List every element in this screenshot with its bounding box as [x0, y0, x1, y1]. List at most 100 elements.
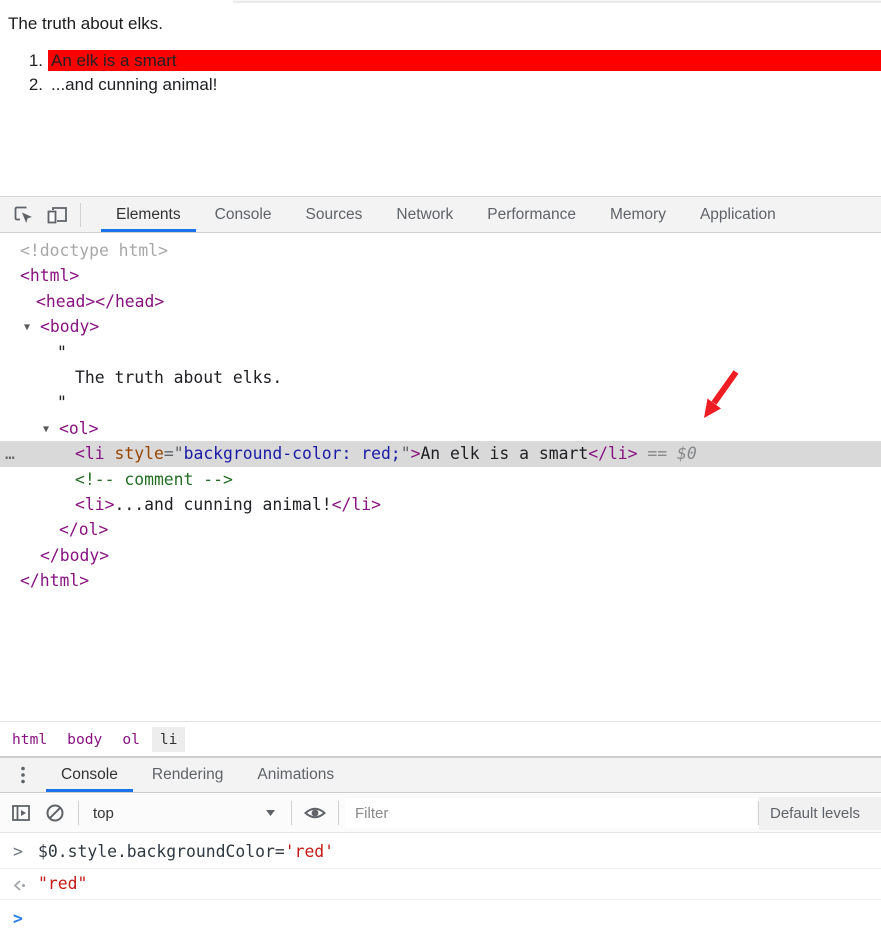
token-text: ": [57, 342, 67, 362]
execution-context-select[interactable]: top: [85, 805, 285, 822]
devtools-main-tabbar: Elements Console Sources Network Performance…: [0, 196, 881, 233]
token-code: $0.style.backgroundColor=: [38, 842, 285, 861]
token-text: ": [57, 393, 67, 413]
dom-tree-row[interactable]: <li>...and cunning animal!</li>: [0, 492, 881, 517]
toolbar-separator: [78, 801, 79, 825]
tab-elements[interactable]: Elements: [99, 197, 198, 232]
inspect-element-button[interactable]: [6, 197, 40, 232]
clear-console-button[interactable]: [38, 802, 72, 824]
chevron-right-icon: >: [13, 909, 23, 928]
console-messages: > $0.style.backgroundColor='red' "red" >: [0, 834, 881, 928]
device-toolbar-icon: [47, 206, 67, 223]
dom-tree-row[interactable]: <html>: [0, 263, 881, 288]
dom-tree-row[interactable]: ▼ <body>: [0, 314, 881, 339]
inspect-icon: [14, 206, 32, 223]
window-top-edge: [233, 0, 881, 3]
breadcrumb-item-ol[interactable]: ol: [114, 727, 148, 752]
elements-dom-tree: <!doctype html> <html> <head></head> ▼ <body…: [0, 234, 881, 721]
token-punct: [105, 444, 115, 463]
breadcrumb-item-body[interactable]: body: [59, 727, 110, 752]
ordered-list: 1. An elk is a smart 2. ...and cunning anim…: [0, 50, 881, 98]
live-expression-button[interactable]: [298, 804, 332, 822]
console-row-text: "red": [38, 874, 881, 893]
token-tag: </body>: [40, 545, 110, 565]
expander-triangle-icon[interactable]: ▼: [24, 315, 30, 340]
device-toolbar-button[interactable]: [40, 197, 74, 232]
dom-tree-row[interactable]: ": [0, 340, 881, 365]
token-attr: style: [114, 444, 164, 464]
token-tag: <body>: [40, 317, 100, 337]
tab-network[interactable]: Network: [379, 197, 470, 232]
return-arrow-icon: [13, 879, 27, 892]
tab-memory[interactable]: Memory: [593, 197, 683, 232]
token-tag: </html>: [20, 571, 90, 591]
token-val: background-color: red;: [183, 444, 401, 464]
breadcrumb-item-li[interactable]: li: [151, 726, 186, 752]
toolbar-separator: [338, 801, 339, 825]
list-item-text: An elk is a smart: [48, 50, 881, 71]
breadcrumb-item-html[interactable]: html: [4, 727, 55, 752]
red-annotation-arrow-icon: [704, 370, 739, 418]
token-tag: <li>: [75, 495, 115, 515]
token-text: ...and cunning animal!: [114, 495, 332, 515]
toolbar-separator: [80, 202, 81, 227]
chevron-right-icon: >: [13, 842, 23, 861]
dom-tree-row[interactable]: </body>: [0, 543, 881, 568]
list-item: 2. ...and cunning animal!: [0, 74, 881, 96]
console-sidebar-icon: [12, 805, 30, 821]
token-tag: <ol>: [59, 418, 99, 438]
tab-performance[interactable]: Performance: [470, 197, 593, 232]
token-eq: ==: [637, 444, 678, 464]
rendered-page: The truth about elks. 1. An elk is a smar…: [0, 0, 881, 196]
drawer-menu-button[interactable]: [8, 758, 38, 792]
console-row-prompt[interactable]: >: [0, 900, 881, 928]
chevron-down-icon: [266, 810, 275, 816]
dom-tree-row[interactable]: ▼ <ol>: [0, 416, 881, 441]
list-item-number: 2.: [28, 75, 43, 94]
token-punct: ": [400, 444, 411, 464]
log-levels-select[interactable]: Default levels: [759, 796, 881, 830]
console-row-input-echo: > $0.style.backgroundColor='red': [0, 834, 881, 869]
token-tag: </li>: [331, 495, 381, 515]
token-tag: </ol>: [59, 520, 109, 540]
tab-sources[interactable]: Sources: [289, 197, 380, 232]
block-icon: [46, 804, 64, 822]
overflow-menu-icon[interactable]: …: [5, 441, 16, 466]
token-comment: <!-- comment -->: [75, 469, 233, 489]
token-tag: <head></head>: [36, 291, 165, 311]
context-value: top: [93, 804, 114, 822]
dom-tree-row[interactable]: The truth about elks.: [0, 365, 881, 390]
dom-tree-row[interactable]: <head></head>: [0, 289, 881, 314]
tab-console[interactable]: Console: [198, 197, 289, 232]
dom-tree-row[interactable]: <!-- comment -->: [0, 467, 881, 492]
drawer-tab-animations[interactable]: Animations: [240, 758, 351, 792]
list-item-number: 1.: [28, 51, 43, 70]
expander-triangle-icon[interactable]: ▼: [43, 417, 49, 442]
drawer-tabs: Console Rendering Animations: [44, 758, 351, 792]
tab-application[interactable]: Application: [683, 197, 793, 232]
console-toolbar: top Default levels: [0, 794, 881, 833]
list-item: 1. An elk is a smart: [0, 50, 881, 72]
token-tag: <li: [75, 444, 105, 464]
breadcrumb: html body ol li: [0, 721, 881, 756]
dom-tree-row[interactable]: ": [0, 390, 881, 415]
list-item-text: ...and cunning animal!: [51, 75, 218, 94]
dom-tree-row[interactable]: </ol>: [0, 517, 881, 542]
filter-input[interactable]: [345, 798, 756, 828]
drawer-tabbar: Console Rendering Animations: [0, 756, 881, 793]
toolbar-separator: [291, 801, 292, 825]
token-string: 'red': [284, 842, 335, 861]
token-gray: <!doctype html>: [20, 241, 169, 260]
three-dot-menu-icon: [21, 766, 25, 784]
drawer-tab-rendering[interactable]: Rendering: [135, 758, 241, 792]
drawer-tab-console[interactable]: Console: [44, 758, 135, 792]
dom-tree-row[interactable]: <!doctype html>: [0, 238, 881, 263]
token-punct: =": [163, 444, 184, 464]
page-text-title: The truth about elks.: [8, 14, 163, 33]
dom-tree-row[interactable]: … <li style="background-color: red;">An e…: [0, 441, 881, 467]
console-row-text: $0.style.backgroundColor='red': [38, 842, 881, 861]
dom-tree-row[interactable]: </html>: [0, 568, 881, 593]
token-dollar: $0: [677, 444, 697, 464]
console-sidebar-button[interactable]: [4, 803, 38, 823]
token-tag: <html>: [20, 266, 80, 286]
